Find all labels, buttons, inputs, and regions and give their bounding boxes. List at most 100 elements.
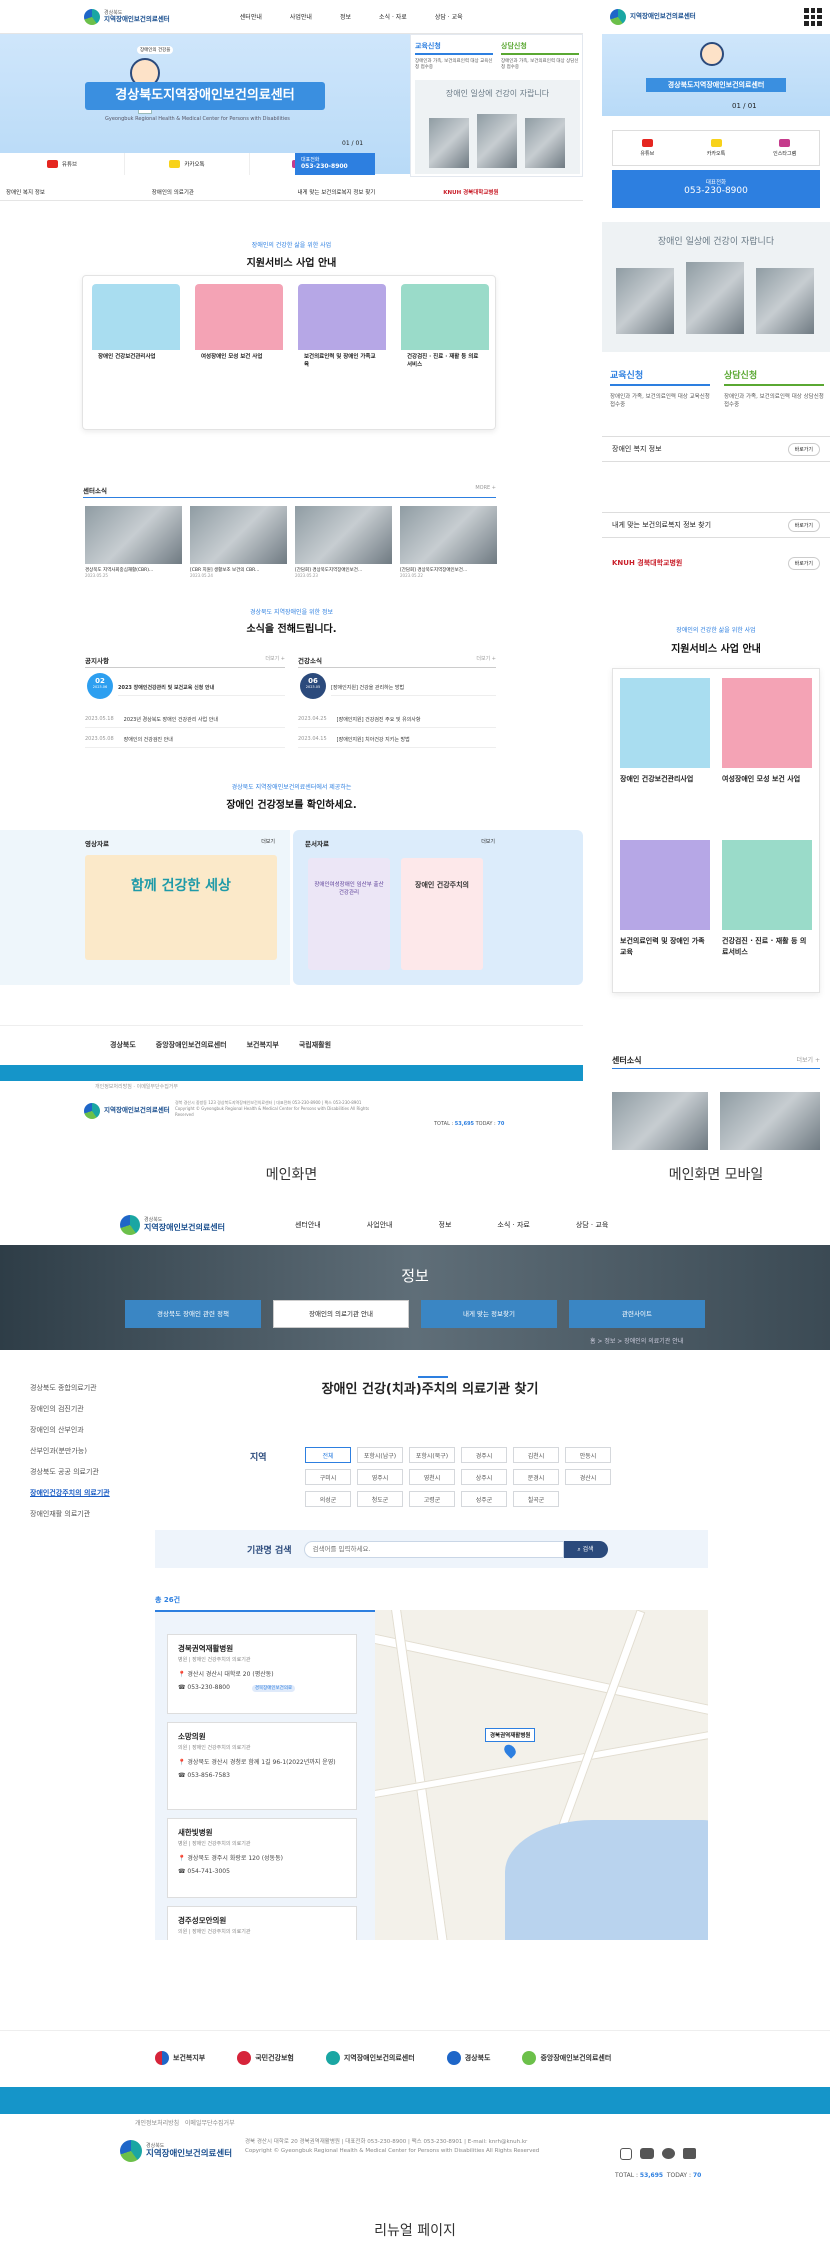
mobile-link-row[interactable]: KNUH 경북대학교병원 바로가기	[602, 550, 830, 576]
sns-kakao[interactable]: 카카오톡	[682, 131, 751, 165]
sns-youtube[interactable]: 유튜브	[0, 153, 125, 175]
tab-find-info[interactable]: 내게 맞는 정보찾기	[421, 1300, 557, 1328]
partner-logo[interactable]: 경상북도	[446, 2051, 490, 2065]
region-chip[interactable]: 문경시	[513, 1469, 559, 1485]
service-card[interactable]: 보건의료인력 및 장애인 가족교육	[620, 840, 710, 957]
region-chip[interactable]: 성주군	[461, 1491, 507, 1507]
menu-item[interactable]: 사업안내	[290, 12, 312, 21]
service-card[interactable]: 건강검진 · 진료 · 재활 등 의료서비스	[401, 284, 489, 384]
news-card[interactable]	[720, 1092, 820, 1150]
knuh-link[interactable]: KNUH 경북대학교병원	[437, 188, 583, 196]
notice-item[interactable]: 2023.05.18 2023년 경상북도 장애인 건강관리 사업 안내	[85, 712, 285, 728]
partner-logo[interactable]: 중앙장애인보건의료센터	[156, 1040, 227, 1050]
service-card[interactable]: 건강검진 · 진료 · 재활 등 의료서비스	[722, 840, 812, 957]
region-chip[interactable]: 경주시	[461, 1447, 507, 1463]
site-logo[interactable]: 경상북도 지역장애인보건의료센터	[84, 8, 170, 25]
mobile-link-row[interactable]: 내게 맞는 보건의료복지 정보 찾기 바로가기	[602, 512, 830, 538]
region-chip[interactable]: 의성군	[305, 1491, 351, 1507]
site-logo[interactable]: 지역장애인보건의료센터	[610, 9, 696, 25]
quick-link[interactable]: 장애인 복지 정보	[0, 188, 146, 196]
tab-related-sites[interactable]: 관련사이트	[569, 1300, 705, 1328]
menu-item[interactable]: 소식 · 자료	[497, 1220, 529, 1230]
sns-youtube[interactable]: 유튜브	[613, 131, 682, 165]
side-nav-item[interactable]: 경상북도 공공 의료기관	[30, 1467, 140, 1477]
side-nav-item-active[interactable]: 장애인건강주치의 의료기관	[30, 1488, 140, 1498]
news-card[interactable]: [간담회] 경상북도지역장애인보건... 2023.05.23	[295, 506, 392, 578]
region-chip[interactable]: 영천시	[409, 1469, 455, 1485]
menu-item[interactable]: 소식 · 자료	[379, 12, 407, 21]
tab-health-news[interactable]: 건강소식	[298, 655, 322, 665]
menu-item[interactable]: 사업안내	[367, 1220, 393, 1230]
quick-link[interactable]: 내게 맞는 보건의료복지 정보 찾기	[292, 188, 438, 196]
region-chip[interactable]: 경산시	[565, 1469, 611, 1485]
tab-policy[interactable]: 경상북도 장애인 관련 정책	[125, 1300, 261, 1328]
menu-item[interactable]: 센터안내	[295, 1220, 321, 1230]
more-link[interactable]: 더보기 +	[797, 1055, 821, 1066]
result-card[interactable]: 경주성모안의원 의원 | 장애인 건강주치의 의료기관	[167, 1906, 357, 1940]
partner-logo[interactable]: 보건복지부	[247, 1040, 279, 1050]
mobile-consult-card[interactable]: 상담신청 장애인과 가족, 보건의료인력 대상 상담신청 접수중	[724, 368, 824, 408]
mobile-banner[interactable]: 장애인 일상에 건강이 자랍니다	[602, 222, 830, 352]
service-card[interactable]: 여성장애인 모성 보건 사업	[195, 284, 283, 384]
menu-grid-icon[interactable]	[804, 8, 822, 26]
news-card[interactable]: 경상북도 지역사회중심재활(CBR)... 2023.05.25	[85, 506, 182, 578]
more-link[interactable]: MORE +	[475, 485, 496, 495]
mobile-contact-box[interactable]: 대표전화 053-230-8900	[612, 170, 820, 208]
partner-logo[interactable]: 보건복지부	[155, 2051, 205, 2065]
instagram-icon[interactable]	[620, 2148, 632, 2160]
service-card[interactable]: 여성장애인 모성 보건 사업	[722, 678, 812, 785]
menu-item[interactable]: 정보	[340, 12, 351, 21]
partner-logo[interactable]: 지역장애인보건의료센터	[325, 2051, 415, 2065]
menu-item[interactable]: 센터안내	[240, 12, 262, 21]
health-item[interactable]: 2023.04.15 [장애인지원] 치아건강 지키는 방법	[298, 732, 496, 748]
region-chip[interactable]: 김천시	[513, 1447, 559, 1463]
banner-card[interactable]: 장애인 일상에 건강이 자랍니다	[415, 80, 580, 174]
news-card[interactable]	[612, 1092, 708, 1150]
doc-card[interactable]: 장애인여성장애인 임산부 출산 건강관리	[308, 858, 390, 970]
blog-icon[interactable]	[683, 2148, 696, 2159]
region-chip[interactable]: 고령군	[409, 1491, 455, 1507]
region-chip[interactable]: 청도군	[357, 1491, 403, 1507]
notice-item[interactable]: 2023.05.08 장애인의 건강검진 안내	[85, 732, 285, 748]
side-nav-item[interactable]: 산부인과(분만가능)	[30, 1446, 140, 1456]
map-view[interactable]: 경북권역재활병원	[375, 1610, 708, 1940]
video-thumb[interactable]: 함께 건강한 세상	[85, 855, 277, 960]
side-nav-item[interactable]: 장애인재활 의료기관	[30, 1509, 140, 1519]
service-card[interactable]: 장애인 건강보건관리사업	[92, 284, 180, 384]
service-card[interactable]: 장애인 건강보건관리사업	[620, 678, 710, 785]
notice-item[interactable]: 2023 장애인건강관리 및 보건교육 신청 안내	[118, 680, 285, 696]
mobile-link-row[interactable]: 장애인 복지 정보 바로가기	[602, 436, 830, 462]
consult-apply-card[interactable]: 상담신청 장애인과 가족, 보건의료인력 대상 상담신청 접수중	[501, 41, 579, 70]
sns-instagram[interactable]: 인스타그램	[750, 131, 819, 165]
partner-logo[interactable]: 중앙장애인보건의료센터	[522, 2051, 611, 2065]
search-input[interactable]	[303, 1540, 564, 1558]
tab-medical-institution[interactable]: 장애인의 의료기관 안내	[273, 1300, 409, 1328]
news-card[interactable]: [간담회] 경상북도지역장애인보건... 2023.05.22	[400, 506, 497, 578]
youtube-icon[interactable]	[640, 2148, 654, 2159]
slide-pager[interactable]: 01 / 01	[342, 140, 363, 147]
doc-card[interactable]: 장애인 건강주치의	[401, 858, 483, 970]
news-card[interactable]: [CBR 지원] 생활보조 보건의 CBR... 2023.05.24	[190, 506, 287, 578]
more-link[interactable]: 더보기	[261, 838, 275, 848]
service-card[interactable]: 보건의료인력 및 장애인 가족교육	[298, 284, 386, 384]
region-chip[interactable]: 안동시	[565, 1447, 611, 1463]
sns-kakao[interactable]: 카카오톡	[125, 153, 250, 175]
menu-item[interactable]: 정보	[439, 1220, 452, 1230]
result-tag[interactable]: 경북장애인보건의료	[251, 1685, 296, 1692]
region-chip[interactable]: 포항시(북구)	[409, 1447, 455, 1463]
side-nav-item[interactable]: 장애인의 산부인과	[30, 1425, 140, 1435]
result-card[interactable]: 새한빛병원 병원 | 장애인 건강주치의 의료기관 📍 경상북도 경주시 화랑로…	[167, 1818, 357, 1898]
edu-apply-card[interactable]: 교육신청 장애인과 가족, 보건의료인력 대상 교육신청 접수중	[415, 41, 493, 70]
region-chip[interactable]: 영주시	[357, 1469, 403, 1485]
map-marker-icon[interactable]	[501, 1742, 519, 1759]
menu-item[interactable]: 상담 · 교육	[435, 12, 463, 21]
menu-item[interactable]: 상담 · 교육	[576, 1220, 608, 1230]
quick-link[interactable]: 장애인의 의료기관	[146, 188, 292, 196]
health-item[interactable]: 2023.04.25 [장애인지원] 건강검진 주요 및 유의사항	[298, 712, 496, 728]
mobile-edu-card[interactable]: 교육신청 장애인과 가족, 보건의료인력 대상 교육신청 접수중	[610, 368, 710, 408]
side-nav-item[interactable]: 경상북도 종합의료기관	[30, 1383, 140, 1393]
region-chip[interactable]: 칠곡군	[513, 1491, 559, 1507]
slide-pager[interactable]: 01 / 01	[732, 102, 757, 110]
search-button[interactable]: ⌕ 검색	[563, 1540, 608, 1558]
partner-logo[interactable]: 경상북도	[110, 1040, 136, 1050]
